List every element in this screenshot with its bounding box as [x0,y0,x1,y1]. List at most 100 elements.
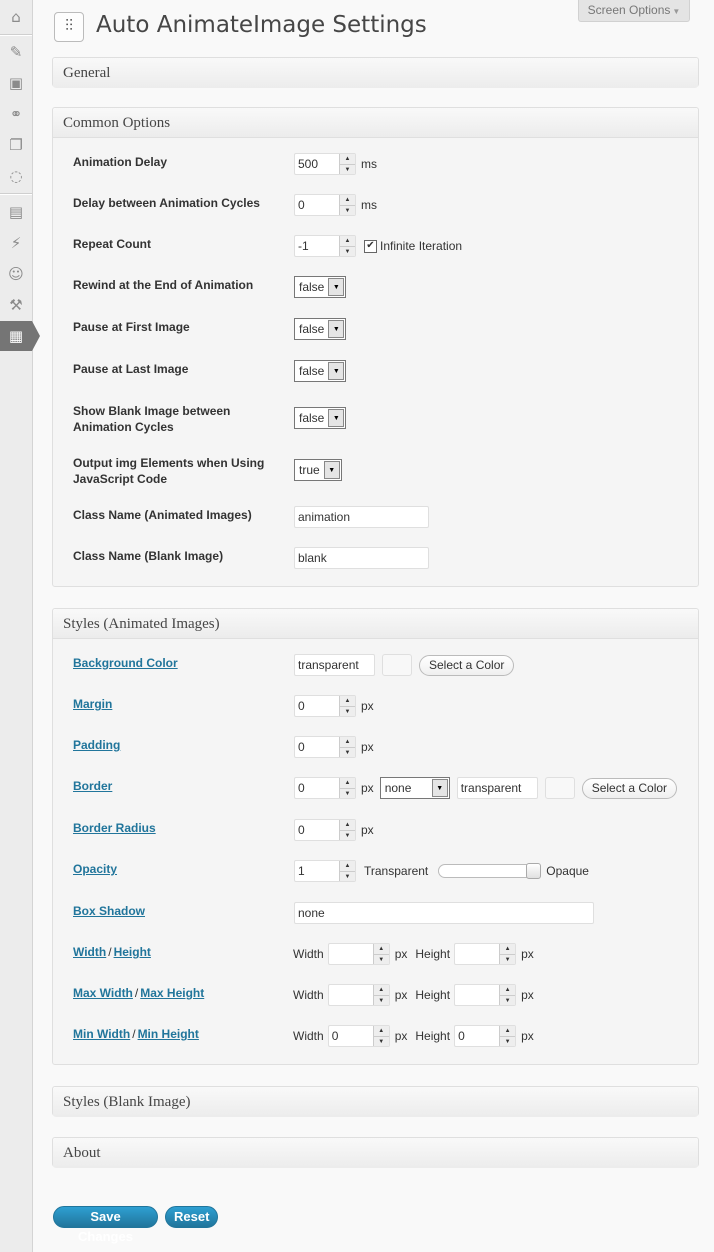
spin-down-icon[interactable]: ▼ [374,1037,389,1047]
background-color-swatch[interactable] [382,654,412,676]
spin-up-icon[interactable]: ▲ [340,778,355,789]
max-width-stepper[interactable]: ▲ ▼ [327,984,390,1006]
box-shadow-link[interactable]: Box Shadow [73,903,273,919]
users-icon[interactable]: ☺ [0,259,32,289]
min-height-link[interactable]: Min Height [138,1027,199,1041]
spin-up-icon[interactable]: ▲ [340,737,355,748]
class-animated-input[interactable]: animation [294,506,429,528]
rewind-select[interactable]: false ▼ [294,276,347,298]
spin-up-icon[interactable]: ▲ [373,1026,389,1037]
min-height-value[interactable]: 0 [455,1026,499,1046]
spin-down-icon[interactable]: ▼ [374,996,389,1006]
dropdown-arrow-icon[interactable]: ▼ [328,362,345,380]
section-about[interactable]: About [52,1137,699,1168]
border-link[interactable]: Border [73,778,273,794]
spin-down-icon[interactable]: ▼ [340,247,355,257]
spin-down-icon[interactable]: ▼ [340,707,355,717]
border-color-input[interactable]: transparent [456,777,538,799]
margin-link[interactable]: Margin [73,696,273,712]
section-styles-blank-title[interactable]: Styles (Blank Image) [53,1087,698,1117]
min-height-stepper[interactable]: 0 ▲ ▼ [454,1025,517,1047]
spin-up-icon[interactable]: ▲ [373,985,389,996]
spin-down-icon[interactable]: ▼ [500,996,515,1006]
section-styles-animated-title[interactable]: Styles (Animated Images) [53,609,698,639]
width-stepper[interactable]: ▲ ▼ [327,943,390,965]
dropdown-arrow-icon[interactable]: ▼ [328,409,345,427]
comments-icon[interactable]: ◌ [0,161,32,191]
section-general[interactable]: General [52,57,699,88]
pin-icon[interactable]: ✎ [0,37,32,67]
appearance-icon[interactable]: ▤ [0,197,32,227]
screen-options-button[interactable]: Screen Options ▼ [578,0,690,22]
min-width-value[interactable]: 0 [329,1026,373,1046]
spin-down-icon[interactable]: ▼ [500,1037,515,1047]
spin-up-icon[interactable]: ▲ [500,1026,516,1037]
section-styles-blank[interactable]: Styles (Blank Image) [52,1086,699,1117]
spin-up-icon[interactable]: ▲ [340,696,355,707]
dropdown-arrow-icon[interactable]: ▼ [328,278,345,296]
spin-up-icon[interactable]: ▲ [500,944,516,955]
spin-up-icon[interactable]: ▲ [340,154,355,165]
animation-delay-value[interactable]: 500 [295,154,339,174]
pages-icon[interactable]: ❐ [0,130,32,160]
max-width-link[interactable]: Max Width [73,986,133,1000]
max-height-stepper[interactable]: ▲ ▼ [454,984,517,1006]
save-changes-button[interactable]: Save Changes [53,1206,158,1244]
section-common-title[interactable]: Common Options [53,108,698,138]
box-shadow-input[interactable]: none [294,902,594,924]
opacity-value[interactable]: 1 [295,861,339,881]
spin-down-icon[interactable]: ▼ [340,789,355,799]
padding-link[interactable]: Padding [73,737,273,753]
opacity-slider-handle[interactable] [526,863,542,879]
spin-down-icon[interactable]: ▼ [340,165,355,175]
output-img-select[interactable]: true ▼ [294,459,342,481]
repeat-count-stepper[interactable]: -1 ▲ ▼ [294,235,356,257]
opacity-link[interactable]: Opacity [73,861,273,877]
margin-value[interactable]: 0 [295,696,339,716]
spin-up-icon[interactable]: ▲ [340,236,355,247]
repeat-count-value[interactable]: -1 [295,236,339,256]
background-color-input[interactable]: transparent [294,654,375,676]
infinite-iteration-checkbox[interactable]: ✔ [364,239,377,253]
cycle-delay-stepper[interactable]: 0 ▲ ▼ [294,194,356,216]
reset-button[interactable]: Reset [165,1206,218,1228]
width-value[interactable] [329,944,373,964]
spin-down-icon[interactable]: ▼ [340,831,355,841]
max-width-value[interactable] [329,985,373,1005]
border-select-color-button[interactable]: Select a Color [581,777,678,799]
spin-down-icon[interactable]: ▼ [340,748,355,758]
padding-value[interactable]: 0 [295,737,339,757]
background-select-color-button[interactable]: Select a Color [419,654,515,676]
spin-down-icon[interactable]: ▼ [340,206,355,216]
tools-icon[interactable]: ⚒ [0,290,32,320]
media-icon[interactable]: ▣ [0,68,32,98]
spin-up-icon[interactable]: ▲ [373,944,389,955]
spin-up-icon[interactable]: ▲ [340,861,355,872]
border-color-swatch[interactable] [544,777,575,799]
section-general-title[interactable]: General [53,58,698,88]
border-radius-link[interactable]: Border Radius [73,820,273,836]
infinite-iteration-option[interactable]: ✔ Infinite Iteration [364,239,462,253]
links-icon[interactable]: ⚭ [0,99,32,129]
min-width-link[interactable]: Min Width [73,1027,130,1041]
animation-delay-stepper[interactable]: 500 ▲ ▼ [294,153,356,175]
min-width-stepper[interactable]: 0 ▲ ▼ [327,1025,390,1047]
padding-stepper[interactable]: 0 ▲ ▼ [294,736,356,758]
max-height-link[interactable]: Max Height [140,986,204,1000]
dropdown-arrow-icon[interactable]: ▼ [431,779,448,797]
dropdown-arrow-icon[interactable]: ▼ [323,461,340,479]
pause-first-select[interactable]: false ▼ [294,318,347,340]
spin-up-icon[interactable]: ▲ [340,820,355,831]
height-value[interactable] [455,944,499,964]
section-about-title[interactable]: About [53,1138,698,1168]
spin-up-icon[interactable]: ▲ [500,985,516,996]
spin-up-icon[interactable]: ▲ [340,195,355,206]
spin-down-icon[interactable]: ▼ [500,955,515,965]
settings-icon[interactable]: ▦ [0,321,40,351]
margin-stepper[interactable]: 0 ▲ ▼ [294,695,356,717]
dashboard-icon[interactable]: ⌂ [0,2,32,32]
opacity-stepper[interactable]: 1 ▲ ▼ [294,860,356,882]
width-link[interactable]: Width [73,945,106,959]
plugins-icon[interactable]: ⚡ [0,228,32,258]
class-blank-input[interactable]: blank [294,547,429,569]
